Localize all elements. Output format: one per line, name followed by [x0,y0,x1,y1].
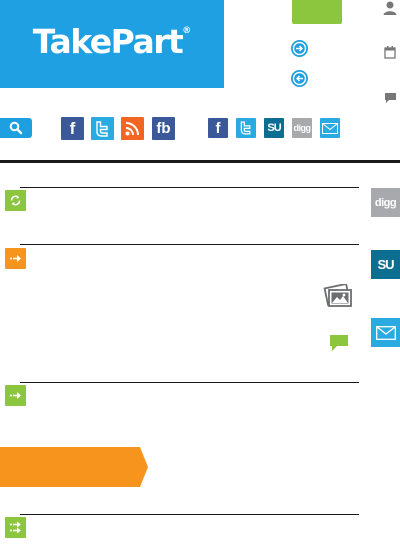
user-icon[interactable] [382,0,398,16]
digg-share-icon[interactable]: digg [292,118,312,138]
section-rule [20,382,359,383]
facebook-icon[interactable]: f [61,117,84,140]
stumbleupon-label: SU [377,257,394,272]
forward-arrow-icon[interactable] [5,248,26,269]
featured-tab[interactable] [0,447,148,487]
comment-bubble-icon[interactable] [329,333,349,353]
facebook-share-icon[interactable]: f [208,118,228,138]
green-tab-button[interactable] [292,0,342,24]
stumbleupon-rail-button[interactable]: SU [371,250,400,279]
refresh-icon[interactable] [5,190,26,211]
comment-icon[interactable] [384,91,397,103]
twitter-share-icon[interactable] [236,118,256,138]
mail-icon [375,325,396,340]
email-rail-button[interactable] [371,318,400,347]
section-rule [20,187,359,188]
section-rule [20,244,359,245]
email-share-icon[interactable] [320,118,340,138]
facebook-page-icon[interactable]: fb [152,117,175,140]
forward-arrow-icon[interactable] [5,385,26,406]
section-rule [20,514,359,515]
calendar-icon[interactable] [384,46,396,59]
logo-wordmark: TakePart® [32,22,192,61]
rss-icon[interactable] [121,117,144,140]
previous-arrow-button[interactable] [291,70,308,87]
twitter-icon[interactable] [91,117,114,140]
search-button[interactable] [0,118,32,138]
list-arrows-icon[interactable] [5,517,26,538]
digg-rail-button[interactable]: digg [371,188,400,217]
digg-label: digg [374,196,397,209]
photos-icon[interactable] [323,282,353,308]
search-icon [9,121,23,135]
takepart-logo[interactable]: TakePart® [0,0,224,88]
next-arrow-button[interactable] [291,40,308,57]
stumbleupon-share-icon[interactable]: SU [264,118,284,138]
header-divider [0,160,400,163]
